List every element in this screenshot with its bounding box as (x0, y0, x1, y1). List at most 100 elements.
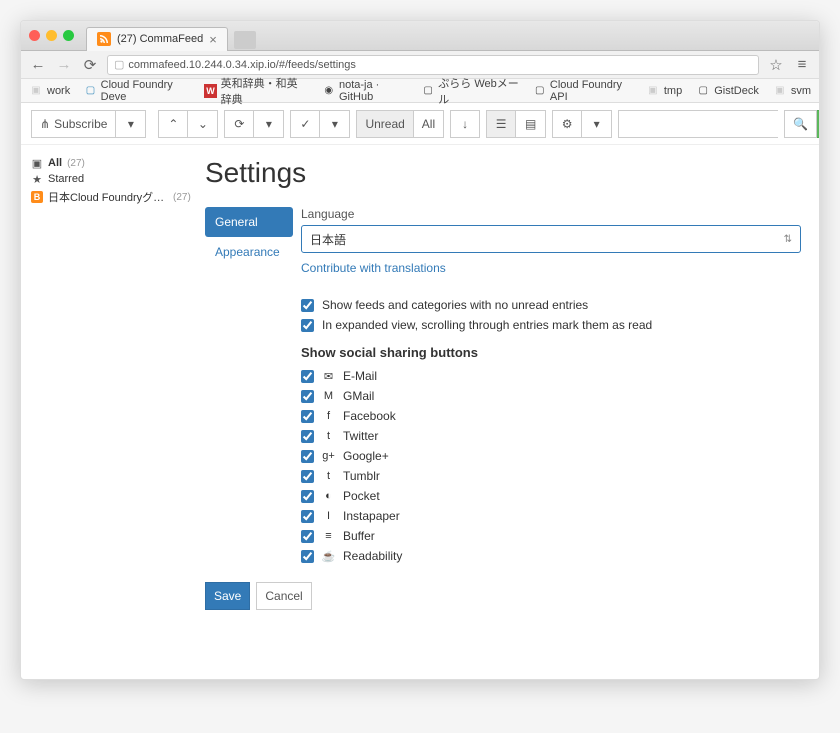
folder-icon: ▣ (773, 84, 787, 98)
mark-read-button[interactable]: ✓ (290, 110, 320, 138)
star-button[interactable]: ☆ (767, 56, 785, 74)
prev-button[interactable]: ⌃ (158, 110, 188, 138)
check-pocket[interactable]: ◐Pocket (301, 486, 801, 506)
bookmark-tmp[interactable]: ▣tmp (646, 84, 682, 98)
inbox-icon: ▣ (31, 157, 43, 169)
settings-dropdown[interactable]: ▾ (582, 110, 612, 138)
page-icon: ▢ (84, 84, 96, 98)
check-facebook[interactable]: fFacebook (301, 406, 801, 426)
bookmark-gistdeck[interactable]: ▢GistDeck (696, 84, 759, 98)
check-scroll-read-input[interactable] (301, 319, 314, 332)
chevron-down-icon: ▾ (128, 117, 134, 131)
sidebar: ▣ All (27) ★ Starred B 日本Cloud Foundryグル… (21, 145, 201, 679)
search-icon: 🔍 (793, 117, 808, 131)
check-buffer[interactable]: ≡Buffer (301, 526, 801, 546)
maximize-window-icon[interactable] (63, 30, 74, 41)
check-instapaper[interactable]: IInstapaper (301, 506, 801, 526)
bookmark-work[interactable]: ▣work (29, 84, 70, 98)
select-arrows-icon: ⇅ (784, 234, 792, 245)
check-googleplus[interactable]: g+Google+ (301, 446, 801, 466)
check-scroll-read[interactable]: In expanded view, scrolling through entr… (301, 315, 801, 335)
page-icon: ▢ (114, 58, 124, 71)
refresh-button[interactable]: ⟳ (224, 110, 254, 138)
save-button[interactable]: Save (205, 582, 250, 610)
form-actions: Save Cancel (205, 582, 801, 610)
sidebar-starred[interactable]: ★ Starred (31, 171, 191, 187)
chevron-down-icon: ▾ (266, 117, 272, 131)
browser-window: (27) CommaFeed × ← → ⟳ ▢ commafeed.10.24… (20, 20, 820, 680)
next-button[interactable]: ⌄ (188, 110, 218, 138)
window-controls (29, 30, 74, 41)
settings-button[interactable]: ⚙ (552, 110, 582, 138)
check-twitter[interactable]: tTwitter (301, 426, 801, 446)
settings-content: Settings General Appearance Language 日本語… (201, 145, 819, 679)
tab-general[interactable]: General (205, 207, 293, 237)
gear-icon: ⚙ (562, 117, 573, 131)
cancel-button[interactable]: Cancel (256, 582, 311, 610)
rss-favicon-icon (97, 32, 111, 46)
sort-button[interactable]: ↓ (450, 110, 480, 138)
filter-unread[interactable]: Unread (356, 110, 413, 138)
tab-close-icon[interactable]: × (209, 32, 217, 47)
check-show-empty[interactable]: Show feeds and categories with no unread… (301, 295, 801, 315)
url-field[interactable]: ▢ commafeed.10.244.0.34.xip.io/#/feeds/s… (107, 55, 759, 75)
language-select[interactable]: 日本語 ⇅ (301, 225, 801, 253)
contribute-link[interactable]: Contribute with translations (301, 261, 446, 275)
weblio-icon: W (204, 84, 216, 98)
email-icon: ✉ (322, 370, 335, 383)
app-toolbar: ⋔Subscribe ▾ ⌃ ⌄ ⟳ ▾ ✓ ▾ Unread All ↓ (21, 103, 819, 145)
googleplus-icon: g+ (322, 450, 335, 462)
language-label: Language (301, 207, 801, 221)
subscribe-button[interactable]: ⋔Subscribe (31, 110, 116, 138)
search-button[interactable]: 🔍 (784, 110, 817, 138)
check-email[interactable]: ✉E-Mail (301, 366, 801, 386)
minimize-window-icon[interactable] (46, 30, 57, 41)
close-window-icon[interactable] (29, 30, 40, 41)
sidebar-feed-0[interactable]: B 日本Cloud Foundryグループ ブログ (27) (31, 187, 191, 207)
view-detail-button[interactable]: ▤ (516, 110, 546, 138)
filter-all[interactable]: All (414, 110, 444, 138)
check-readability[interactable]: ☕Readability (301, 546, 801, 566)
check-icon: ✓ (300, 117, 310, 131)
bookmark-github[interactable]: ◉nota-ja · GitHub (323, 79, 408, 103)
instapaper-icon: I (322, 510, 335, 522)
bookmark-cloud-foundry-dev[interactable]: ▢Cloud Foundry Deve (84, 79, 190, 103)
check-tumblr[interactable]: tTumblr (301, 466, 801, 486)
app-body: ▣ All (27) ★ Starred B 日本Cloud Foundryグル… (21, 145, 819, 679)
social-heading: Show social sharing buttons (301, 345, 801, 360)
menu-button[interactable]: ≡ (793, 56, 811, 73)
bookmark-cf-api[interactable]: ▢Cloud Foundry API (533, 79, 631, 103)
buffer-icon: ≡ (322, 530, 335, 542)
search-input[interactable] (618, 110, 778, 138)
arrow-down-icon: ↓ (462, 117, 468, 131)
check-show-empty-input[interactable] (301, 299, 314, 312)
twitter-icon: t (322, 430, 335, 442)
chevron-down-icon: ▾ (594, 117, 600, 131)
add-button[interactable]: ℹ (817, 110, 819, 138)
folder-icon: ▣ (29, 84, 43, 98)
app-root: ⋔Subscribe ▾ ⌃ ⌄ ⟳ ▾ ✓ ▾ Unread All ↓ (21, 103, 819, 679)
refresh-dropdown[interactable]: ▾ (254, 110, 284, 138)
check-gmail[interactable]: MGMail (301, 386, 801, 406)
bookmark-svm[interactable]: ▣svm (773, 84, 811, 98)
browser-tab[interactable]: (27) CommaFeed × (86, 27, 228, 51)
folder-icon: ▣ (646, 84, 660, 98)
pocket-icon: ◐ (322, 490, 335, 502)
view-list-button[interactable]: ☰ (486, 110, 516, 138)
reload-button[interactable]: ⟳ (81, 56, 99, 74)
subscribe-dropdown[interactable]: ▾ (116, 110, 146, 138)
bookmark-weblio[interactable]: W英和辞典・和英辞典 (204, 75, 308, 107)
language-value: 日本語 (310, 231, 346, 248)
list-icon: ☰ (496, 117, 507, 131)
mark-read-dropdown[interactable]: ▾ (320, 110, 350, 138)
sidebar-all[interactable]: ▣ All (27) (31, 155, 191, 171)
back-button[interactable]: ← (29, 56, 47, 73)
bookmarks-bar: ▣work ▢Cloud Foundry Deve W英和辞典・和英辞典 ◉no… (21, 79, 819, 103)
blogger-icon: B (31, 191, 43, 203)
tab-appearance[interactable]: Appearance (205, 237, 293, 267)
forward-button[interactable]: → (55, 56, 73, 73)
bookmark-plala[interactable]: ▢ぷらら Webメール (422, 75, 520, 107)
chevron-up-icon: ⌃ (168, 117, 178, 131)
new-tab-button[interactable] (234, 31, 256, 49)
page-title: Settings (205, 157, 801, 189)
